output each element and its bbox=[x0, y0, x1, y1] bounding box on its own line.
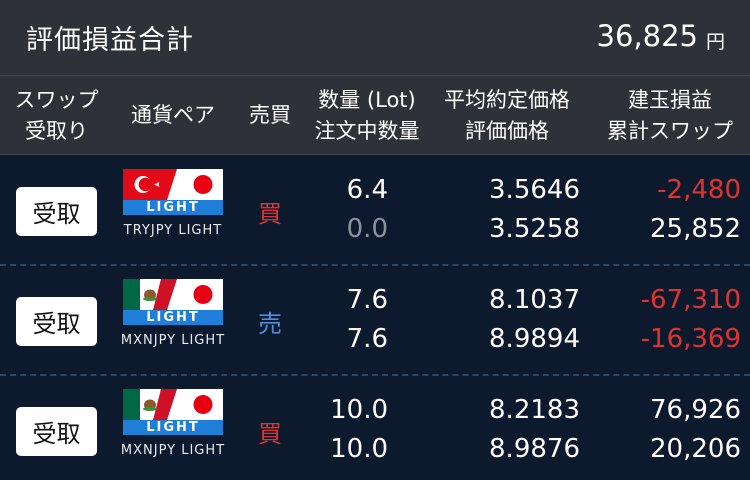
receive-swap-button[interactable]: 受取 bbox=[16, 187, 97, 236]
eval-price: 3.5258 bbox=[489, 214, 580, 244]
cumulative-swap: 25,852 bbox=[650, 214, 741, 244]
pair-name: MXNJPY LIGHT bbox=[120, 333, 226, 348]
total-pl-value: 36,825 bbox=[596, 19, 698, 53]
header-qty-line2: 注文中数量 bbox=[314, 119, 420, 143]
header-price-line1: 平均約定価格 bbox=[444, 88, 570, 112]
light-badge: LIGHT bbox=[123, 420, 223, 435]
pair-name: TRYJPY LIGHT bbox=[123, 223, 223, 238]
eval-price: 8.9894 bbox=[489, 324, 580, 354]
order-qty: 10.0 bbox=[330, 434, 388, 464]
order-qty: 0.0 bbox=[346, 214, 388, 244]
summary-bar: 評価損益合計 36,825 円 bbox=[0, 0, 750, 76]
header-pair: 通貨ペア bbox=[131, 103, 215, 127]
header-swap-line2: 受取り bbox=[25, 119, 88, 143]
header-side: 売買 bbox=[249, 103, 291, 127]
avg-price: 8.1037 bbox=[489, 285, 580, 315]
total-pl-unit: 円 bbox=[705, 31, 725, 53]
qty: 6.4 bbox=[346, 175, 388, 205]
receive-swap-button[interactable]: 受取 bbox=[16, 297, 97, 346]
side-buy: 買 bbox=[258, 420, 282, 448]
position-row[interactable]: 受取 LIGHT TRYJPY LIGHT 買 6.4 0.0 3.5646 3… bbox=[0, 156, 750, 266]
turkey-japan-flag-icon: LIGHT bbox=[123, 169, 223, 215]
side-sell: 売 bbox=[258, 310, 282, 338]
order-qty: 7.6 bbox=[346, 324, 388, 354]
position-pl: -2,480 bbox=[657, 175, 741, 205]
column-header: スワップ 受取り 通貨ペア 売買 数量 (Lot) 注文中数量 平均約定価格 評… bbox=[0, 76, 750, 155]
light-badge: LIGHT bbox=[123, 310, 223, 325]
avg-price: 8.2183 bbox=[489, 395, 580, 425]
avg-price: 3.5646 bbox=[489, 175, 580, 205]
header-pl-line1: 建玉損益 bbox=[628, 88, 712, 112]
header-price: 平均約定価格 評価価格 bbox=[432, 85, 582, 147]
cumulative-swap: 20,206 bbox=[650, 434, 741, 464]
mexico-japan-flag-icon: LIGHT bbox=[123, 389, 223, 435]
position-pl: 76,926 bbox=[650, 395, 741, 425]
total-pl-label: 評価損益合計 bbox=[26, 25, 194, 56]
header-swap-line1: スワップ bbox=[14, 88, 99, 112]
eval-price: 8.9876 bbox=[489, 434, 580, 464]
qty: 7.6 bbox=[346, 285, 388, 315]
pair-name: MXNJPY LIGHT bbox=[120, 443, 226, 458]
position-pl: -67,310 bbox=[640, 285, 741, 315]
position-row[interactable]: 受取 LIGHT MXNJPY LIGHT 売 7.6 7.6 8.1037 8… bbox=[0, 266, 750, 376]
qty: 10.0 bbox=[330, 395, 388, 425]
header-qty-line1: 数量 (Lot) bbox=[318, 88, 416, 112]
light-badge: LIGHT bbox=[123, 200, 223, 215]
side-buy: 買 bbox=[258, 200, 282, 228]
header-pl: 建玉損益 累計スワップ bbox=[590, 85, 750, 147]
header-qty: 数量 (Lot) 注文中数量 bbox=[300, 85, 434, 147]
header-price-line2: 評価価格 bbox=[465, 119, 549, 143]
cumulative-swap: -16,369 bbox=[640, 324, 741, 354]
header-swap: スワップ 受取り bbox=[0, 85, 113, 147]
mexico-japan-flag-icon: LIGHT bbox=[123, 279, 223, 325]
header-pl-line2: 累計スワップ bbox=[607, 119, 733, 143]
position-row[interactable]: 受取 LIGHT MXNJPY LIGHT 買 10.0 10.0 8.2183… bbox=[0, 376, 750, 480]
receive-swap-button[interactable]: 受取 bbox=[16, 407, 97, 456]
